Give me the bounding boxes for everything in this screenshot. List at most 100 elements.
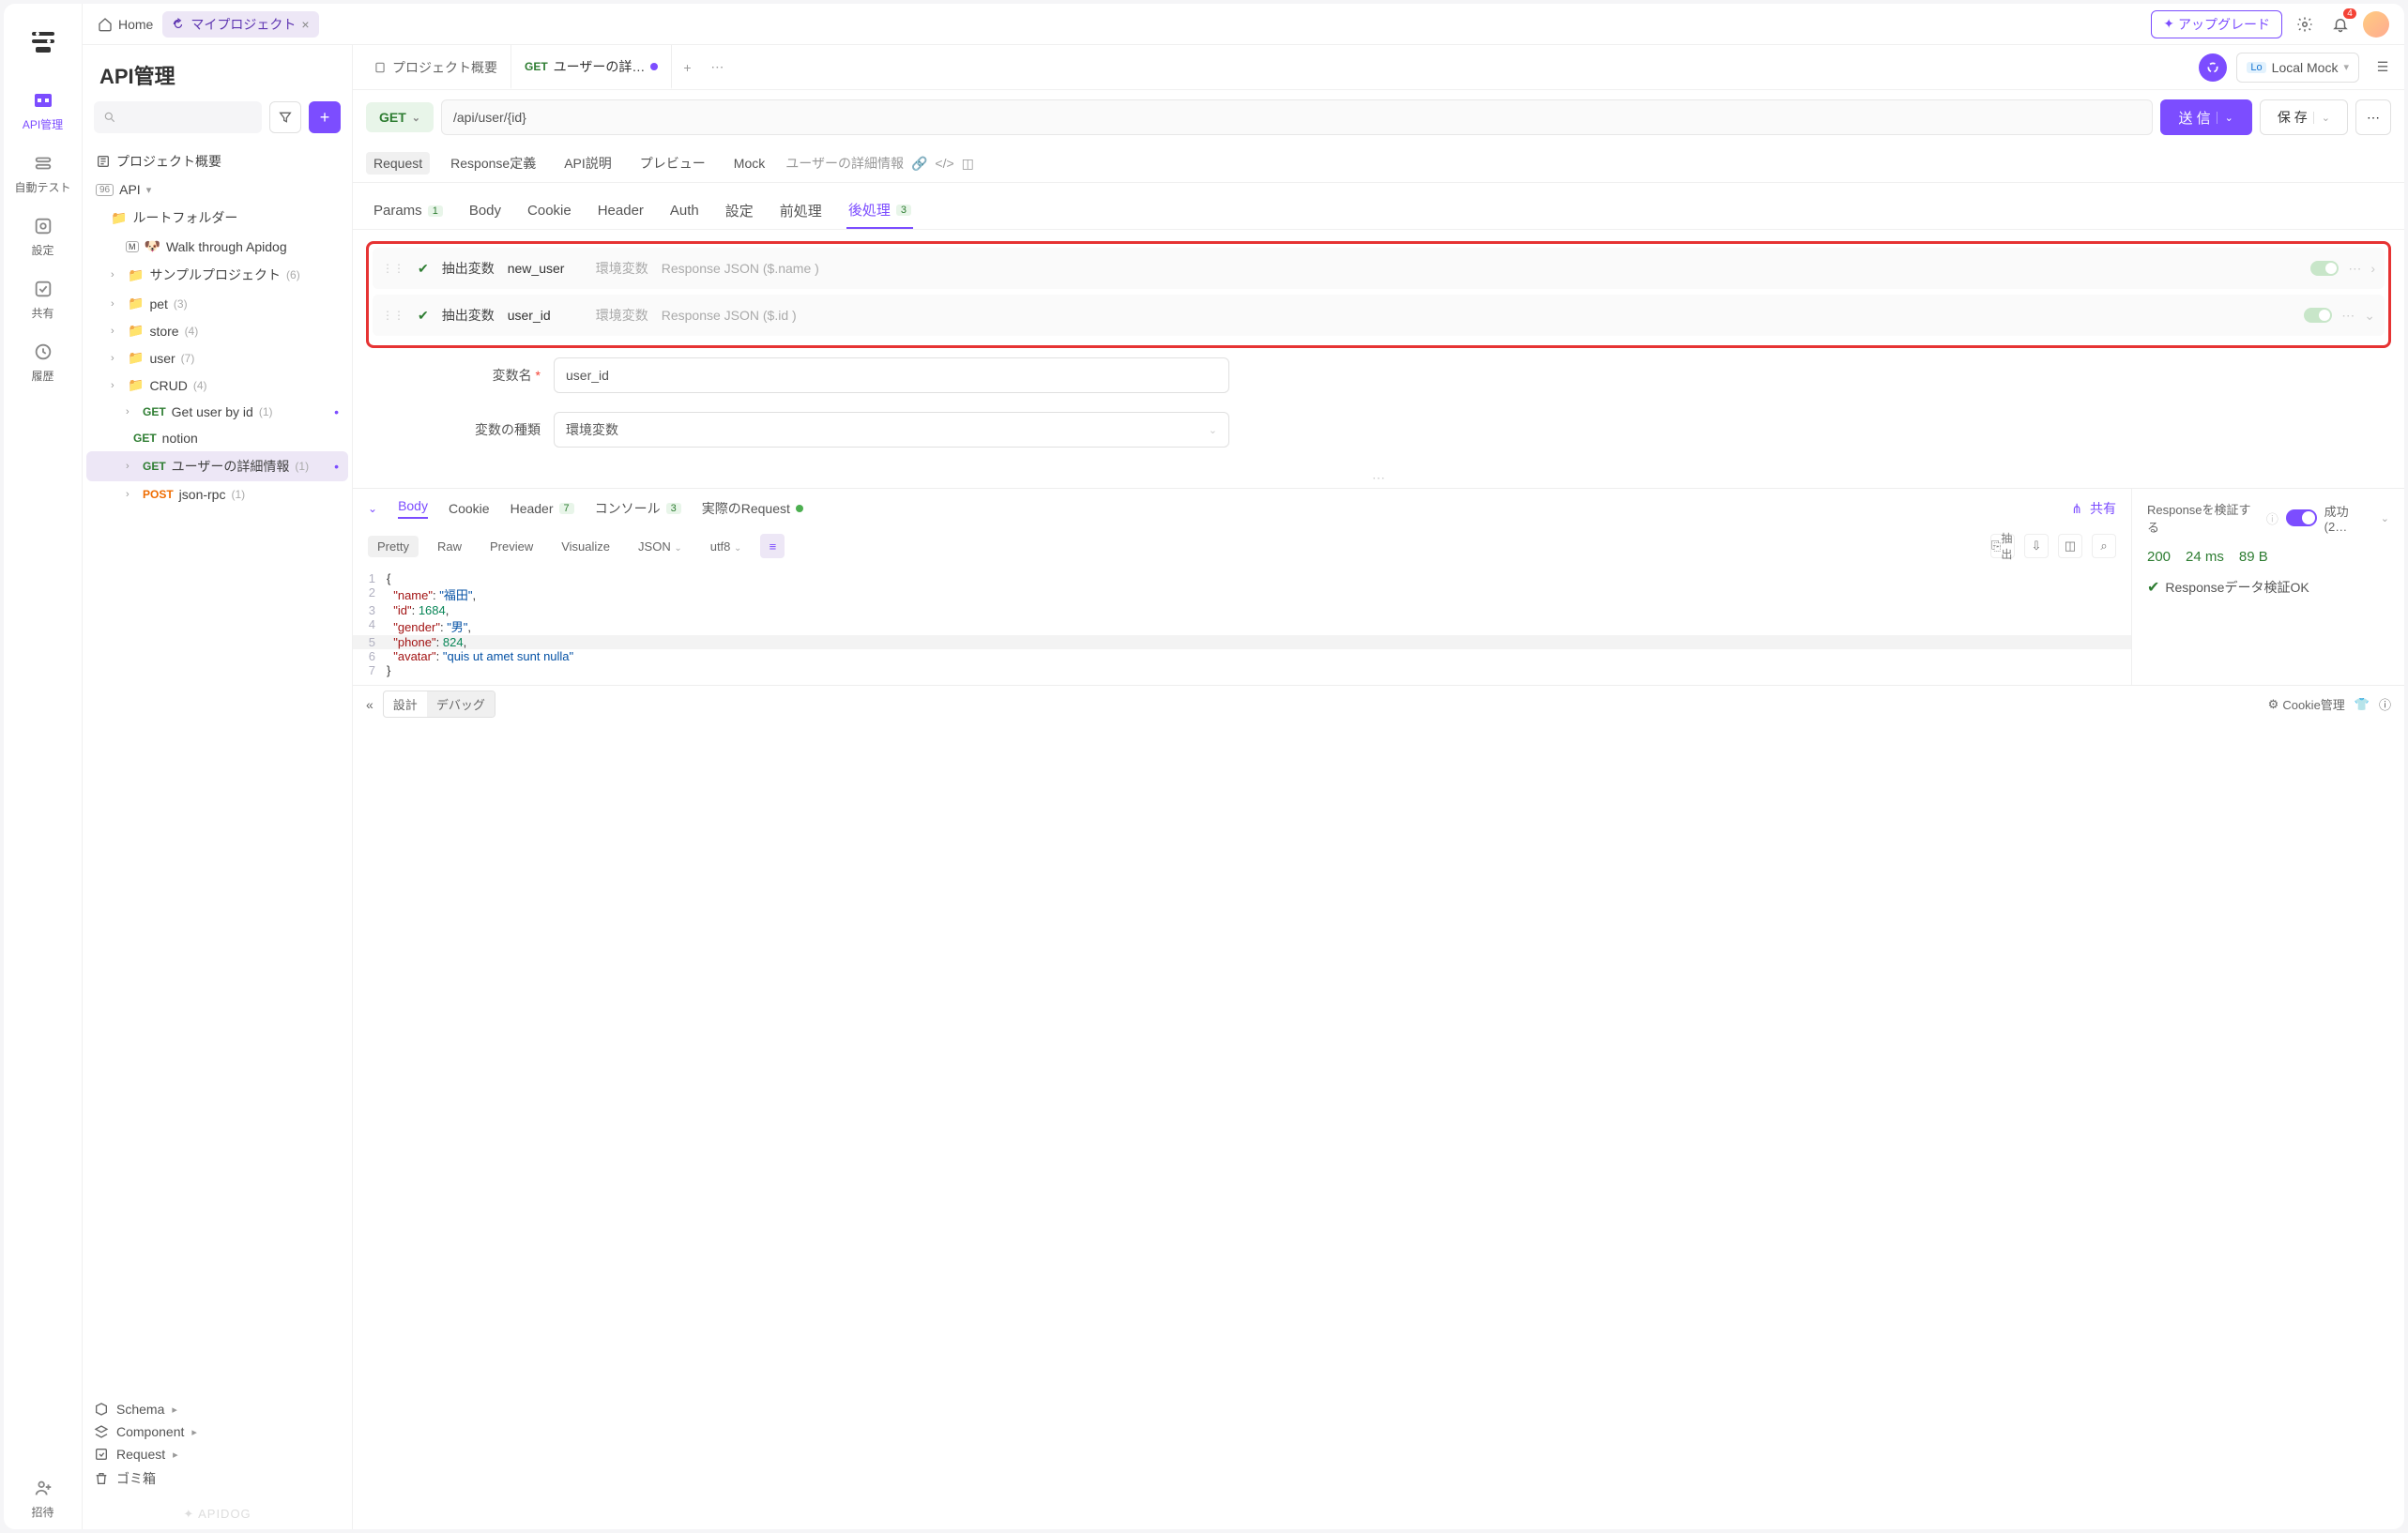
user-avatar[interactable] bbox=[2363, 11, 2389, 38]
mode-design[interactable]: 設計 bbox=[384, 691, 427, 717]
cfgtab-body[interactable]: Body bbox=[467, 192, 503, 229]
method-select[interactable]: GET⌄ bbox=[366, 102, 434, 132]
drag-handle-icon[interactable]: ⋮⋮ bbox=[382, 262, 404, 275]
add-button[interactable]: + bbox=[309, 101, 341, 133]
rail-share[interactable]: 共有 bbox=[4, 267, 82, 330]
subtab-mock[interactable]: Mock bbox=[726, 152, 772, 175]
url-input[interactable]: /api/user/{id} bbox=[441, 99, 2153, 135]
resptab-header[interactable]: Header 7 bbox=[511, 501, 574, 516]
tree-walkthrough[interactable]: M 🐶 Walk through Apidog bbox=[86, 233, 348, 260]
subtab-preview[interactable]: プレビュー bbox=[632, 150, 713, 176]
tree-folder-crud[interactable]: ›📁CRUD (4) bbox=[86, 372, 348, 399]
tree-endpoint-selected[interactable]: ›GETユーザーの詳細情報 (1)• bbox=[86, 451, 348, 481]
chevron-right-icon[interactable]: › bbox=[2370, 261, 2375, 276]
cookie-manager[interactable]: ⚙Cookie管理 bbox=[2268, 695, 2345, 713]
cfgtab-settings[interactable]: 設定 bbox=[724, 192, 755, 229]
var-name-input[interactable]: user_id bbox=[554, 357, 1229, 393]
gear-icon[interactable] bbox=[2292, 11, 2318, 38]
share-button[interactable]: ⋔共有 bbox=[2071, 499, 2116, 518]
tree-api-root[interactable]: 96 API ▾ bbox=[86, 176, 348, 203]
chevron-down-icon[interactable]: ⌄ bbox=[2217, 112, 2233, 124]
chevron-down-icon[interactable]: ⌄ bbox=[368, 502, 377, 515]
more-icon[interactable]: ⋯ bbox=[2341, 308, 2355, 324]
tree-endpoint[interactable]: ›POSTjson-rpc (1) bbox=[86, 481, 348, 508]
mode-visualize[interactable]: Visualize bbox=[552, 536, 619, 557]
resptab-cookie[interactable]: Cookie bbox=[449, 501, 490, 516]
subtab-api-desc[interactable]: API説明 bbox=[556, 150, 619, 176]
rail-api-management[interactable]: API管理 bbox=[4, 79, 82, 142]
chevron-down-icon[interactable]: ⌄ bbox=[2381, 512, 2389, 524]
collapse-icon[interactable]: « bbox=[366, 697, 373, 712]
filter-button[interactable] bbox=[269, 101, 301, 133]
mode-raw[interactable]: Raw bbox=[428, 536, 471, 557]
tree-endpoint[interactable]: ›GETGet user by id (1)• bbox=[86, 399, 348, 425]
request-more[interactable]: ⋯ bbox=[2355, 99, 2391, 135]
run-button[interactable] bbox=[2199, 53, 2227, 82]
code-icon[interactable]: </> bbox=[935, 156, 953, 171]
home-link[interactable]: Home bbox=[98, 17, 153, 32]
copy-icon[interactable]: ◫ bbox=[962, 156, 974, 172]
validate-switch[interactable] bbox=[2286, 509, 2317, 526]
var-type-select[interactable]: 環境変数⌄ bbox=[554, 412, 1229, 448]
tab-add[interactable]: + bbox=[672, 60, 702, 75]
extract-row[interactable]: ⋮⋮ ✔ 抽出変数 user_id 環境変数 Response JSON ($.… bbox=[373, 295, 2385, 336]
help-icon[interactable]: ⓘ bbox=[2379, 695, 2391, 713]
tree-root-folder[interactable]: 📁 ルートフォルダー bbox=[86, 203, 348, 233]
cfgtab-params[interactable]: Params1 bbox=[372, 192, 445, 229]
mode-preview[interactable]: Preview bbox=[480, 536, 542, 557]
cfgtab-post[interactable]: 後処理3 bbox=[846, 192, 913, 229]
sidebar-trash[interactable]: ゴミ箱 bbox=[94, 1469, 341, 1488]
cfgtab-cookie[interactable]: Cookie bbox=[526, 192, 573, 229]
toggle[interactable] bbox=[2304, 308, 2332, 323]
mode-segmented[interactable]: 設計 デバッグ bbox=[383, 691, 495, 718]
env-select[interactable]: Lo Local Mock ▾ bbox=[2236, 53, 2359, 83]
sidebar-request[interactable]: Request▸ bbox=[94, 1447, 341, 1462]
extract-row[interactable]: ⋮⋮ ✔ 抽出変数 new_user 環境変数 Response JSON ($… bbox=[373, 248, 2385, 289]
subtab-response-def[interactable]: Response定義 bbox=[443, 150, 543, 176]
rail-invite[interactable]: 招待 bbox=[4, 1466, 82, 1529]
tree-folder-store[interactable]: ›📁store (4) bbox=[86, 317, 348, 344]
response-body[interactable]: 1{ 2 "name": "福田", 3 "id": 1684, 4 "gend… bbox=[353, 564, 2131, 685]
resptab-console[interactable]: コンソール 3 bbox=[595, 499, 681, 518]
cfgtab-pre[interactable]: 前処理 bbox=[778, 192, 824, 229]
rail-history[interactable]: 履歴 bbox=[4, 330, 82, 393]
send-button[interactable]: 送 信⌄ bbox=[2160, 99, 2252, 135]
upgrade-button[interactable]: ✦ アップグレード bbox=[2151, 10, 2282, 38]
tree-overview[interactable]: プロジェクト概要 bbox=[86, 146, 348, 176]
save-button[interactable]: 保 存⌄ bbox=[2260, 99, 2348, 135]
link-icon[interactable]: 🔗 bbox=[911, 156, 927, 172]
close-icon[interactable]: × bbox=[301, 17, 309, 32]
sidebar-component[interactable]: Component▸ bbox=[94, 1424, 341, 1439]
cfgtab-header[interactable]: Header bbox=[596, 192, 646, 229]
more-icon[interactable]: ⋯ bbox=[2348, 261, 2361, 277]
cfgtab-auth[interactable]: Auth bbox=[668, 192, 701, 229]
tab-more[interactable]: ⋯ bbox=[702, 59, 732, 75]
info-icon[interactable]: ⓘ bbox=[2266, 509, 2278, 527]
rail-settings[interactable]: 設定 bbox=[4, 205, 82, 267]
resize-handle[interactable]: ⋯ bbox=[353, 468, 2404, 488]
project-chip[interactable]: マイプロジェクト × bbox=[162, 11, 318, 38]
tree-folder-user[interactable]: ›📁user (7) bbox=[86, 344, 348, 372]
mode-pretty[interactable]: Pretty bbox=[368, 536, 419, 557]
tab-overview[interactable]: プロジェクト概要 bbox=[360, 45, 511, 89]
mode-debug[interactable]: デバッグ bbox=[427, 691, 495, 717]
hamburger-icon[interactable]: ☰ bbox=[2369, 53, 2397, 82]
shirt-icon[interactable]: 👕 bbox=[2355, 697, 2370, 712]
drag-handle-icon[interactable]: ⋮⋮ bbox=[382, 309, 404, 322]
search-icon[interactable]: ⌕ bbox=[2092, 534, 2116, 558]
search-input[interactable] bbox=[94, 101, 262, 133]
tree-folder-sample[interactable]: ›📁サンプルプロジェクト (6) bbox=[86, 260, 348, 290]
rail-auto-test[interactable]: 自動テスト bbox=[4, 142, 82, 205]
copy-icon[interactable]: ◫ bbox=[2058, 534, 2082, 558]
download-icon[interactable]: ⇩ bbox=[2024, 534, 2049, 558]
tab-active[interactable]: GET ユーザーの詳… bbox=[511, 45, 672, 89]
format-select[interactable]: JSON ⌄ bbox=[629, 536, 692, 557]
chevron-down-icon[interactable]: ⌄ bbox=[2364, 308, 2375, 324]
tree-endpoint[interactable]: GETnotion bbox=[86, 425, 348, 451]
chevron-down-icon[interactable]: ⌄ bbox=[2313, 112, 2330, 124]
bell-icon[interactable]: 4 bbox=[2327, 11, 2354, 38]
encoding-select[interactable]: utf8 ⌄ bbox=[701, 536, 752, 557]
sidebar-schema[interactable]: Schema▸ bbox=[94, 1402, 341, 1417]
toggle[interactable] bbox=[2310, 261, 2339, 276]
extract-button[interactable]: ⎘ 抽出 bbox=[1990, 534, 2015, 558]
